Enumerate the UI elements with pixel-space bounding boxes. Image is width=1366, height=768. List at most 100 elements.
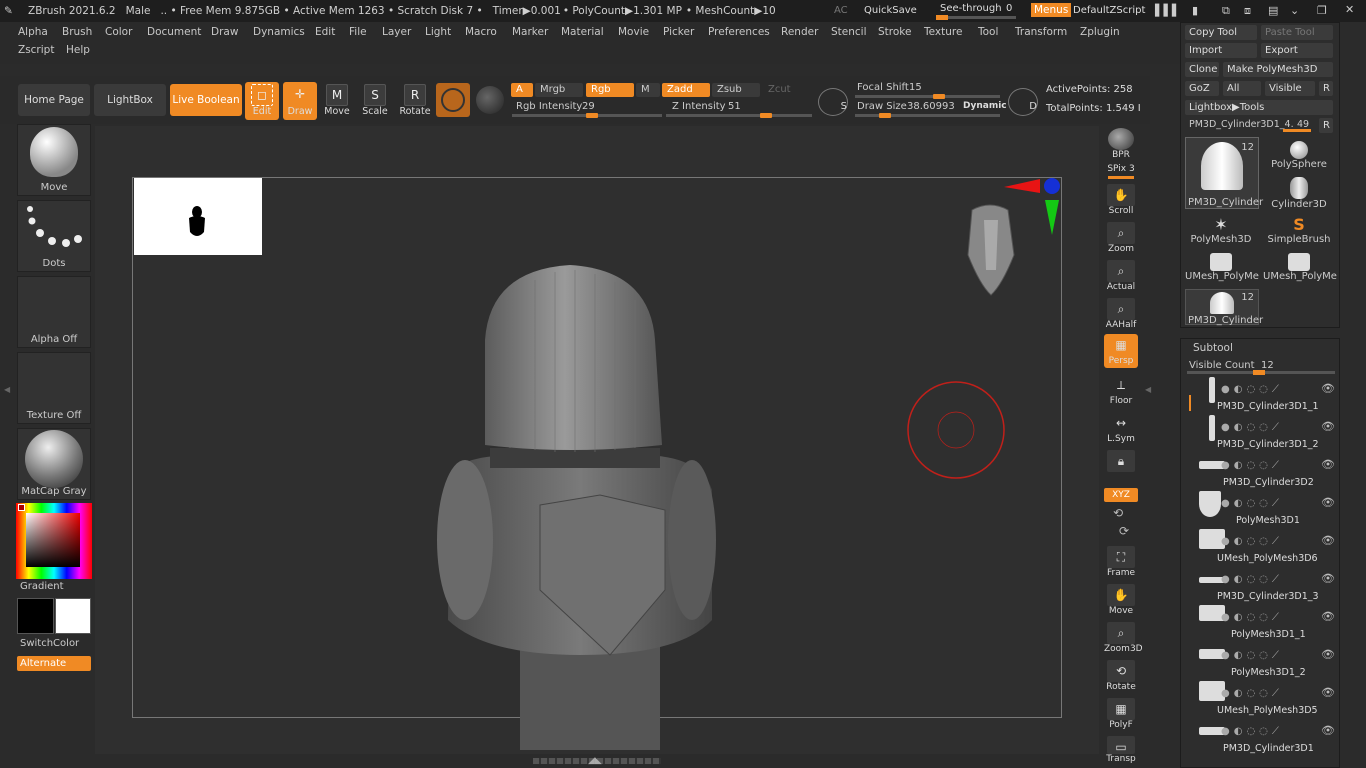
lightbox-button[interactable]: LightBox bbox=[94, 84, 166, 116]
texture-slot[interactable]: Texture Off bbox=[17, 352, 91, 424]
menu-stencil[interactable]: Stencil bbox=[831, 26, 867, 38]
menu-preferences[interactable]: Preferences bbox=[708, 26, 770, 38]
export-button[interactable]: Export bbox=[1261, 43, 1333, 58]
spix-slider[interactable]: SPix 3 bbox=[1104, 164, 1138, 179]
tool-reset-button[interactable]: R bbox=[1319, 118, 1333, 133]
menu-material[interactable]: Material bbox=[561, 26, 604, 38]
secondary-color-swatch[interactable] bbox=[55, 598, 91, 634]
lsym-button[interactable]: ↔ L.Sym bbox=[1104, 412, 1138, 446]
close-icon[interactable]: ✕ bbox=[1345, 3, 1354, 16]
y-axis-icon[interactable] bbox=[1045, 200, 1059, 235]
gizmo-button[interactable] bbox=[436, 83, 470, 117]
rgb-intensity-slider[interactable] bbox=[512, 113, 662, 118]
visible-button[interactable]: Visible bbox=[1265, 81, 1315, 96]
all-button[interactable]: All bbox=[1223, 81, 1261, 96]
menu-brush[interactable]: Brush bbox=[62, 26, 92, 38]
menu-layer[interactable]: Layer bbox=[382, 26, 411, 38]
zadd-toggle[interactable]: Zadd bbox=[662, 83, 710, 97]
menu-help[interactable]: Help bbox=[66, 44, 90, 56]
menu-movie[interactable]: Movie bbox=[618, 26, 649, 38]
eye-icon[interactable]: 👁︎ bbox=[1321, 534, 1335, 547]
default-zscript-button[interactable]: DefaultZScript bbox=[1073, 5, 1145, 16]
scroll-button[interactable]: ✋ Scroll bbox=[1104, 184, 1138, 218]
goz-button[interactable]: GoZ bbox=[1185, 81, 1219, 96]
menu-zscript[interactable]: Zscript bbox=[18, 44, 54, 56]
menu-tool[interactable]: Tool bbox=[978, 26, 998, 38]
subtool-row[interactable]: ●◐◌◌⟋ 👁︎ PolyMesh3D1_2 bbox=[1181, 643, 1339, 681]
dock-icon[interactable]: ⧉ bbox=[1222, 4, 1230, 18]
menu-macro[interactable]: Macro bbox=[465, 26, 497, 38]
tool-thumb-cylinder-2[interactable]: 12 PM3D_Cylinder bbox=[1185, 289, 1263, 326]
restore-layout-icon[interactable]: ⧈ bbox=[1244, 4, 1251, 18]
ac-label[interactable]: AC bbox=[834, 5, 848, 16]
floor-button[interactable]: ⟂ Floor bbox=[1104, 374, 1138, 408]
subtool-row[interactable]: ●◐◌◌⟋ 👁︎ UMesh_PolyMesh3D6 bbox=[1181, 529, 1339, 567]
subtool-row[interactable]: ●◐◌◌⟋ 👁︎ PM3D_Cylinder3D2 bbox=[1181, 453, 1339, 491]
minimize-icon[interactable]: ⌄ bbox=[1290, 4, 1299, 17]
eye-icon[interactable]: 👁︎ bbox=[1321, 610, 1335, 623]
z-intensity-slider[interactable] bbox=[666, 113, 812, 118]
settings-icon[interactable]: ▤ bbox=[1268, 4, 1278, 17]
clone-button[interactable]: Clone bbox=[1185, 62, 1219, 77]
material-slot[interactable]: MatCap Gray bbox=[17, 428, 91, 500]
menu-marker[interactable]: Marker bbox=[512, 26, 548, 38]
z-axis-icon[interactable] bbox=[1044, 178, 1060, 194]
color-square[interactable] bbox=[26, 513, 80, 567]
zoom3d-button[interactable]: ⌕ Zoom3D bbox=[1104, 622, 1143, 656]
lightbox-tools-button[interactable]: Lightbox▶Tools bbox=[1185, 100, 1333, 115]
menu-edit[interactable]: Edit bbox=[315, 26, 335, 38]
eye-icon[interactable]: 👁︎ bbox=[1321, 724, 1335, 737]
bottom-collapse-arrow-icon[interactable]: ◢◣ bbox=[588, 756, 602, 766]
polyf-button[interactable]: ▦ PolyF bbox=[1104, 698, 1138, 732]
material-sphere-icon[interactable] bbox=[476, 86, 504, 114]
dynamic-toggle[interactable]: Dynamic bbox=[963, 101, 1007, 111]
seethrough-slider[interactable] bbox=[936, 15, 1016, 20]
a-toggle[interactable]: A bbox=[511, 83, 533, 97]
s-brush-mode-icon[interactable]: S bbox=[818, 88, 848, 116]
color-picker[interactable] bbox=[16, 503, 92, 579]
subtool-row[interactable]: ●◐◌◌⟋ 👁︎ UMesh_PolyMesh3D5 bbox=[1181, 681, 1339, 719]
rgb-toggle[interactable]: Rgb bbox=[586, 83, 634, 97]
tool-thumb-polymesh3d[interactable]: ✶ PolyMesh3D bbox=[1185, 215, 1257, 253]
alpha-slot[interactable]: Alpha Off bbox=[17, 276, 91, 348]
subtool-title[interactable]: Subtool bbox=[1193, 342, 1233, 354]
actual-button[interactable]: ⌕ Actual bbox=[1104, 260, 1138, 294]
visible-count-slider[interactable] bbox=[1187, 370, 1335, 375]
right-collapse-arrow-icon[interactable]: ◀ bbox=[1145, 385, 1151, 394]
focal-shift-slider[interactable] bbox=[855, 94, 1000, 99]
menu-alpha[interactable]: Alpha bbox=[18, 26, 48, 38]
subtool-row[interactable]: ●◐◌◌⟋ 👁︎ PM3D_Cylinder3D1_2 bbox=[1181, 415, 1339, 453]
stroke-slot[interactable]: Dots bbox=[17, 200, 91, 272]
switchcolor-button[interactable]: SwitchColor bbox=[20, 638, 79, 649]
quicksave-button[interactable]: QuickSave bbox=[864, 5, 917, 16]
eye-icon[interactable]: 👁︎ bbox=[1321, 648, 1335, 661]
menu-transform[interactable]: Transform bbox=[1015, 26, 1067, 38]
eye-icon[interactable]: 👁︎ bbox=[1321, 496, 1335, 509]
frame-button[interactable]: ⛶ Frame bbox=[1104, 546, 1138, 580]
tool-slider[interactable] bbox=[1283, 129, 1311, 132]
primary-color-swatch[interactable] bbox=[17, 598, 54, 634]
aahalf-button[interactable]: ⌕ AAHalf bbox=[1104, 298, 1138, 332]
eye-icon[interactable]: 👁︎ bbox=[1321, 382, 1335, 395]
r-button[interactable]: R bbox=[1319, 81, 1333, 96]
axis-gizmo[interactable] bbox=[1004, 175, 1064, 237]
eye-icon[interactable]: 👁︎ bbox=[1321, 686, 1335, 699]
tool-thumb-polysphere[interactable]: PolySphere bbox=[1263, 141, 1335, 179]
edit-button[interactable]: ◻ Edit bbox=[245, 82, 279, 120]
layout-icon[interactable]: ▌▌▌ bbox=[1155, 4, 1180, 17]
menu-zplugin[interactable]: Zplugin bbox=[1080, 26, 1120, 38]
draw-size-slider[interactable] bbox=[855, 113, 1000, 118]
menu-texture[interactable]: Texture bbox=[924, 26, 962, 38]
zcut-toggle[interactable]: Zcut bbox=[763, 83, 811, 97]
home-page-button[interactable]: Home Page bbox=[18, 84, 90, 116]
make-polymesh-button[interactable]: Make PolyMesh3D bbox=[1223, 62, 1333, 77]
import-button[interactable]: Import bbox=[1185, 43, 1257, 58]
lock-button[interactable]: 🔒︎ bbox=[1104, 450, 1138, 484]
bpr-button[interactable]: BPR bbox=[1104, 128, 1138, 162]
panel-toggle-icon[interactable]: ▮ bbox=[1192, 4, 1198, 17]
subtool-row[interactable]: ●◐◌◌⟋ 👁︎ PM3D_Cylinder3D1 bbox=[1181, 719, 1339, 757]
menu-light[interactable]: Light bbox=[425, 26, 451, 38]
tool-thumb-simplebrush[interactable]: S SimpleBrush bbox=[1263, 215, 1335, 253]
rotate-z-icon[interactable]: ⟳ bbox=[1119, 524, 1129, 538]
seethrough-label[interactable]: See-through bbox=[940, 3, 1002, 14]
